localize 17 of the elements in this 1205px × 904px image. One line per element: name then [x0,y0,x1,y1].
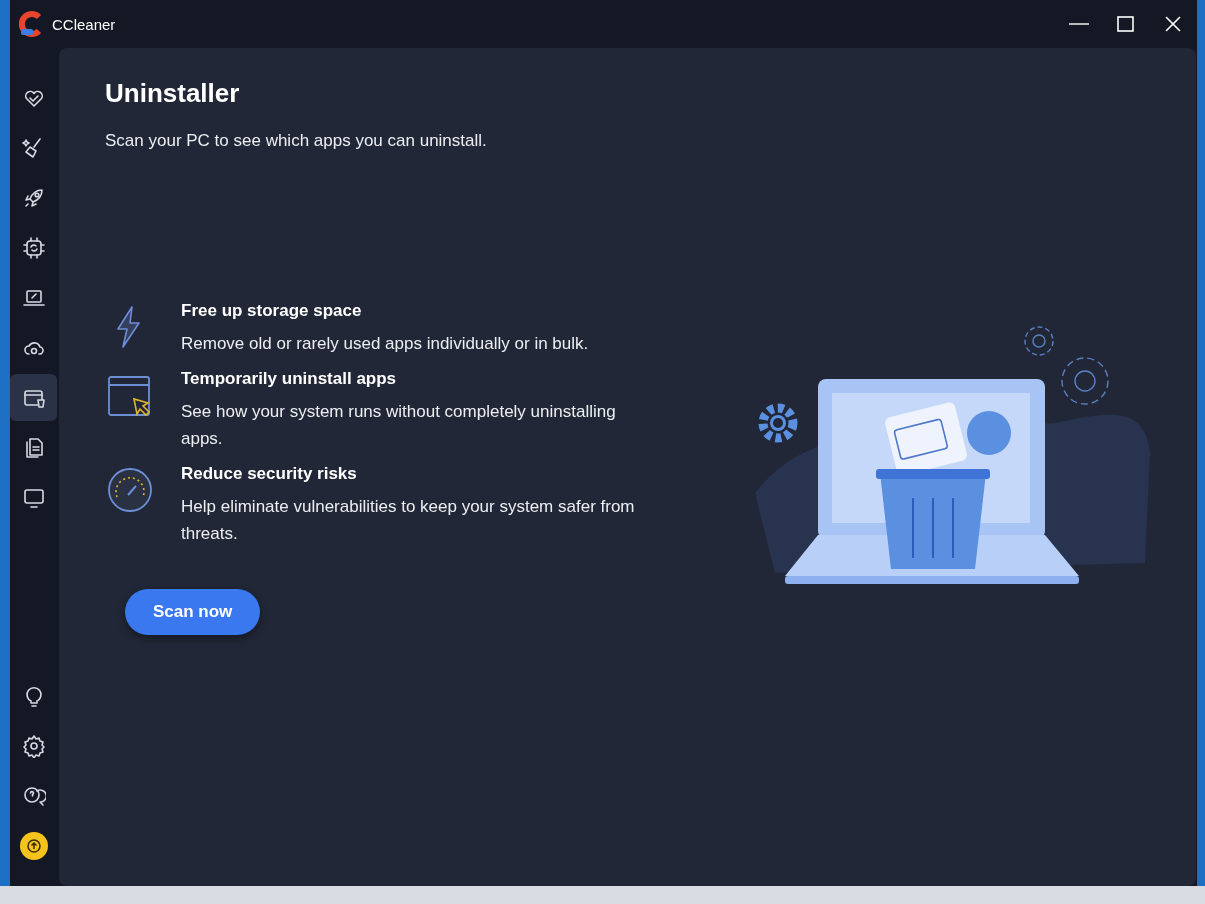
feature-title: Free up storage space [181,301,363,321]
close-icon [1163,15,1182,33]
speedometer-icon [106,466,154,514]
window-title: CCleaner [52,15,116,33]
maximize-icon [1116,15,1135,33]
feature-description: Remove old or rarely used apps individually or in bulk. [181,333,589,355]
processor-icon [21,235,46,260]
page-subtitle: Scan your PC to see which apps you can uninstall. [105,131,488,151]
feature-description: See how your system runs without completely uninstalling apps. [181,401,617,450]
settings-icon [21,733,46,758]
sidebar-button[interactable] [10,374,57,421]
minimize-icon [1068,23,1089,25]
page-title: Uninstaller [105,78,241,109]
scan-now-button[interactable]: Scan now [125,589,261,635]
feature-description: Help eliminate vulnerabilities to keep your system safer from threats. [181,496,636,545]
feature-title: Temporarily uninstall apps [181,369,398,389]
feature-title: Reduce security risks [181,464,358,484]
